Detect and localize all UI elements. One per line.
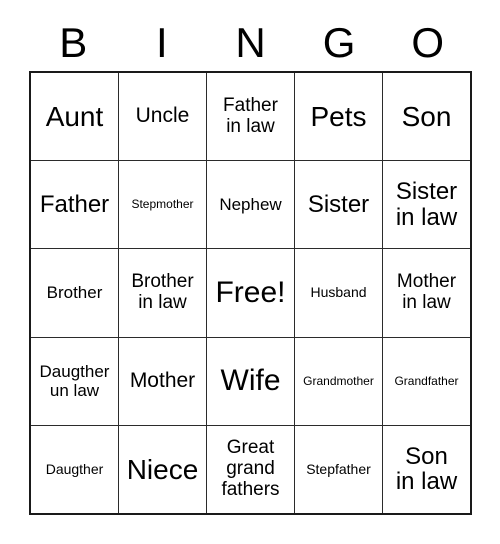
bingo-cell-label: Daugther un law <box>39 362 110 401</box>
bingo-cell-label: Free! <box>215 276 286 310</box>
header-letter-n: N <box>235 18 266 66</box>
bingo-cell-i4[interactable]: Mother <box>119 337 207 425</box>
bingo-cell-label: Mother in law <box>396 271 457 313</box>
bingo-header: B I N G O <box>29 14 472 71</box>
header-letter-i: I <box>156 18 168 66</box>
bingo-cell-label: Brother <box>46 283 103 303</box>
bingo-cell-label: Stepfather <box>306 460 371 477</box>
bingo-cell-label: Niece <box>126 453 199 485</box>
bingo-cell-n5[interactable]: Great grand fathers <box>207 425 295 514</box>
bingo-cell-label: Daugther <box>45 460 104 477</box>
bingo-cell-g1[interactable]: Pets <box>295 73 383 161</box>
bingo-cell-g2[interactable]: Sister <box>295 161 383 249</box>
bingo-cell-i5[interactable]: Niece <box>119 425 207 514</box>
header-letter-b: B <box>59 18 88 66</box>
bingo-cell-b5[interactable]: Daugther <box>31 425 119 514</box>
bingo-cell-b3[interactable]: Brother <box>31 249 119 337</box>
bingo-grid: Aunt Uncle Father in law Pets Son Father… <box>29 71 472 515</box>
bingo-cell-label: Sister <box>307 191 370 219</box>
bingo-cell-g4[interactable]: Grandmother <box>295 337 383 425</box>
bingo-cell-n1[interactable]: Father in law <box>207 73 295 161</box>
bingo-cell-o5[interactable]: Son in law <box>383 426 470 513</box>
bingo-cell-label: Husband <box>310 284 367 301</box>
bingo-row: Daugther un law Mother Wife Grandmother … <box>31 337 470 426</box>
bingo-cell-label: Father in law <box>223 94 278 137</box>
header-letter-o: O <box>411 18 444 66</box>
bingo-cell-n4[interactable]: Wife <box>207 337 295 425</box>
bingo-cell-label: Uncle <box>135 104 190 128</box>
header-letter-g: G <box>322 18 356 66</box>
bingo-cell-label: Son <box>401 100 452 132</box>
bingo-cell-label: Sister in law <box>395 178 458 231</box>
bingo-cell-label: Father <box>39 191 110 219</box>
bingo-cell-i3[interactable]: Brother in law <box>119 249 207 337</box>
bingo-cell-i2[interactable]: Stepmother <box>119 161 207 249</box>
bingo-cell-label: Nephew <box>219 195 282 215</box>
bingo-cell-b1[interactable]: Aunt <box>31 73 119 161</box>
bingo-cell-label: Great grand fathers <box>221 437 280 500</box>
bingo-cell-label: Grandfather <box>394 373 459 388</box>
bingo-cell-free[interactable]: Free! <box>207 249 295 337</box>
bingo-row: Aunt Uncle Father in law Pets Son <box>31 73 470 162</box>
bingo-cell-n2[interactable]: Nephew <box>207 161 295 249</box>
bingo-cell-o1[interactable]: Son <box>383 73 470 160</box>
bingo-cell-o2[interactable]: Sister in law <box>383 161 470 248</box>
bingo-cell-label: Grandmother <box>303 373 374 388</box>
bingo-row: Father Stepmother Nephew Sister Sister i… <box>31 161 470 250</box>
bingo-cell-o3[interactable]: Mother in law <box>383 249 470 336</box>
bingo-cell-label: Pets <box>310 100 367 132</box>
bingo-cell-i1[interactable]: Uncle <box>119 73 207 161</box>
bingo-cell-label: Aunt <box>45 100 104 132</box>
bingo-row: Brother Brother in law Free! Husband Mot… <box>31 249 470 338</box>
bingo-card: B I N G O Aunt Uncle Father in law Pets … <box>0 0 500 544</box>
bingo-cell-o4[interactable]: Grandfather <box>383 338 470 425</box>
bingo-row: Daugther Niece Great grand fathers Stepf… <box>31 425 470 514</box>
bingo-cell-label: Brother in law <box>131 271 194 313</box>
bingo-cell-label: Son in law <box>395 442 458 496</box>
bingo-cell-label: Wife <box>220 364 281 398</box>
bingo-cell-label: Stepmother <box>131 197 194 212</box>
bingo-cell-label: Mother <box>129 368 196 392</box>
bingo-cell-b4[interactable]: Daugther un law <box>31 337 119 425</box>
bingo-cell-g5[interactable]: Stepfather <box>295 425 383 514</box>
bingo-cell-g3[interactable]: Husband <box>295 249 383 337</box>
bingo-cell-b2[interactable]: Father <box>31 161 119 249</box>
